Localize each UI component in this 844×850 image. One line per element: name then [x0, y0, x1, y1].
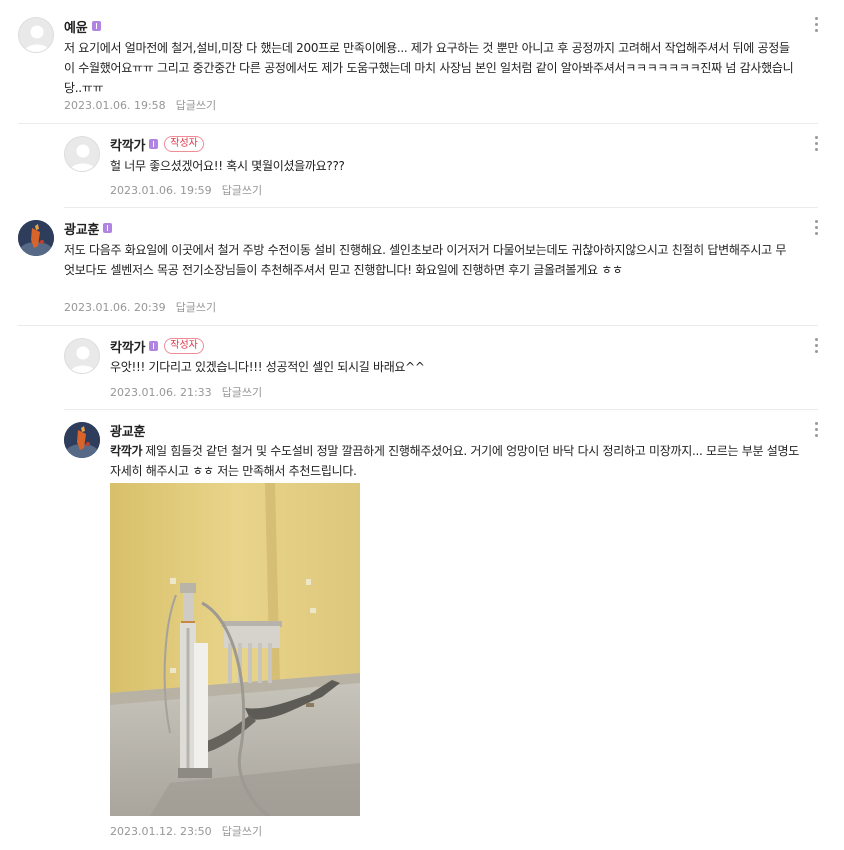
comment-text: 저 요기에서 얼마전에 철거,설비,미장 다 했는데 200프로 만족이에용..…: [64, 41, 794, 95]
reply-item: 칵깍가 작성자 우앗!!! 기다리고 있겠습니다!!! 성공적인 셀인 되시길 …: [64, 326, 818, 410]
level-1-icon: [149, 341, 159, 351]
comment-meta: 2023.01.12. 23:50 답글쓰기: [110, 823, 262, 839]
comment-date: 2023.01.06. 21:33: [110, 386, 212, 399]
more-vertical-icon[interactable]: [815, 136, 819, 152]
person-silhouette-icon: [24, 25, 50, 52]
comment-date: 2023.01.06. 19:58: [64, 99, 166, 112]
comment-meta: 2023.01.06. 19:59 답글쓰기: [110, 182, 262, 198]
comment-header: 광교훈: [64, 218, 113, 238]
user-photo-avatar[interactable]: [64, 422, 100, 458]
more-vertical-icon[interactable]: [815, 422, 819, 438]
more-vertical-icon[interactable]: [815, 220, 819, 236]
writer-badge: 작성자: [164, 136, 204, 152]
level-1-icon: [103, 223, 113, 233]
default-avatar[interactable]: [64, 136, 100, 172]
author-nickname[interactable]: 광교훈: [110, 421, 145, 440]
author-nickname[interactable]: 칵깍가: [110, 135, 145, 154]
default-avatar[interactable]: [64, 338, 100, 374]
reply-button[interactable]: 답글쓰기: [222, 825, 262, 838]
comment-meta: 2023.01.06. 20:39 답글쓰기: [64, 299, 216, 315]
level-1-icon: [149, 139, 159, 149]
comment-item: 예윤 저 요기에서 얼마전에 철거,설비,미장 다 했는데 200프로 만족이에…: [18, 0, 818, 124]
person-silhouette-icon: [70, 346, 96, 373]
comment-body: 제일 힘들것 같던 철거 및 수도설비 정말 깔끔하게 진행해주셨어요. 거기에…: [110, 444, 800, 478]
comment-header: 광교훈: [110, 420, 145, 440]
reply-item: 광교훈 칵깍가 제일 힘들것 같던 철거 및 수도설비 정말 깔끔하게 진행해주셨…: [64, 410, 818, 850]
author-nickname[interactable]: 칵깍가: [110, 337, 145, 356]
comment-item: 광교훈 저도 다음주 화요일에 이곳에서 철거 주방 수전이동 설비 진행해요.…: [18, 208, 818, 326]
reply-button[interactable]: 답글쓰기: [222, 386, 262, 399]
author-nickname[interactable]: 광교훈: [64, 219, 99, 238]
mention-nickname[interactable]: 칵깍가: [110, 444, 143, 458]
comment-date: 2023.01.06. 19:59: [110, 184, 212, 197]
comment-text: 헐 너무 좋으셨겠어요!! 혹시 몇월이셨을까요???: [110, 159, 345, 173]
profile-photo: [64, 422, 100, 458]
comment-header: 예윤: [64, 16, 101, 36]
person-silhouette-icon: [70, 144, 96, 171]
author-nickname[interactable]: 예윤: [64, 17, 88, 36]
default-avatar[interactable]: [18, 17, 54, 53]
comment-text: 우앗!!! 기다리고 있겠습니다!!! 성공적인 셀인 되시길 바래요^^: [110, 360, 425, 374]
comment-date: 2023.01.06. 20:39: [64, 301, 166, 314]
user-photo-avatar[interactable]: [18, 220, 54, 256]
comment-text: 저도 다음주 화요일에 이곳에서 철거 주방 수전이동 설비 진행해요. 셀인초…: [64, 243, 787, 277]
comment-meta: 2023.01.06. 19:58 답글쓰기: [64, 97, 216, 113]
comment-header: 칵깍가 작성자: [110, 336, 204, 356]
comment-date: 2023.01.12. 23:50: [110, 825, 212, 838]
plumbing-photo: [110, 483, 360, 816]
writer-badge: 작성자: [164, 338, 204, 354]
reply-button[interactable]: 답글쓰기: [222, 184, 262, 197]
comment-header: 칵깍가 작성자: [110, 134, 204, 154]
reply-item: 칵깍가 작성자 헐 너무 좋으셨겠어요!! 혹시 몇월이셨을까요??? 2023…: [64, 124, 818, 208]
attached-photo[interactable]: [110, 483, 360, 816]
more-vertical-icon[interactable]: [815, 17, 819, 33]
profile-photo: [18, 220, 54, 256]
level-1-icon: [91, 21, 101, 31]
reply-button[interactable]: 답글쓰기: [176, 99, 216, 112]
comment-meta: 2023.01.06. 21:33 답글쓰기: [110, 384, 262, 400]
more-vertical-icon[interactable]: [815, 338, 819, 354]
reply-button[interactable]: 답글쓰기: [176, 301, 216, 314]
comment-text: 칵깍가 제일 힘들것 같던 철거 및 수도설비 정말 깔끔하게 진행해주셨어요. …: [110, 441, 800, 481]
